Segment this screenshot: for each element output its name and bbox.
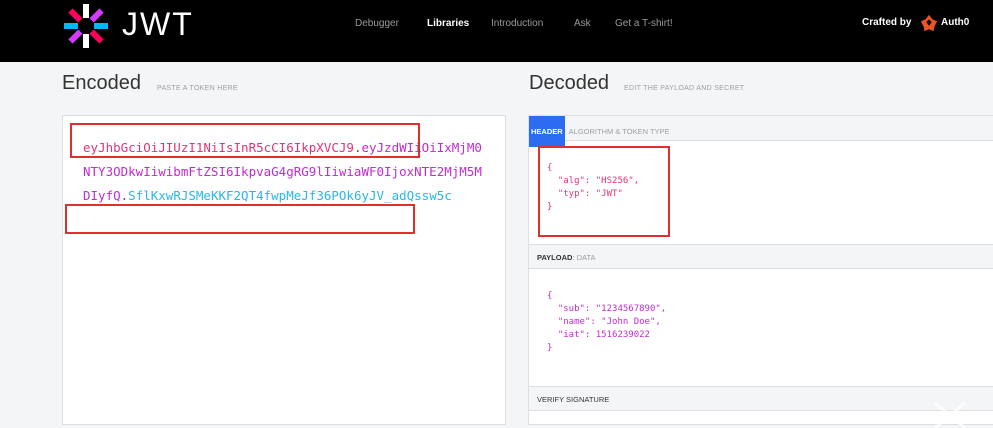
highlight-token-signature [65,204,415,234]
nav-get-tshirt[interactable]: Get a T-shirt! [615,18,673,29]
close-icon [934,401,966,428]
encoded-title: Encoded [62,72,141,94]
highlight-header-json [538,146,670,237]
verify-signature-bar[interactable]: VERIFY SIGNATURE [529,386,993,411]
payload-section-bar[interactable]: PAYLOAD: DATA [529,244,993,269]
logo-wordmark[interactable]: JWT [122,6,194,43]
auth0-brand[interactable]: Auth0 [941,17,969,28]
highlight-token-header [70,123,420,158]
auth0-logo-icon[interactable] [920,14,938,32]
verify-signature-label: VERIFY SIGNATURE [537,395,610,404]
decoded-subtitle: EDIT THE PAYLOAD AND SECRET [624,85,745,92]
nav-ask[interactable]: Ask [574,18,591,29]
token-signature-part: SflKxwRJSMeKKF2QT4fwpMeJf36POk6yJV_adQss… [128,188,452,203]
payload-json[interactable]: { "sub": "1234567890", "name": "John Doe… [547,290,666,355]
nav-libraries[interactable]: Libraries [427,18,469,29]
nav-debugger[interactable]: Debugger [355,18,399,29]
header-tag: HEADER [529,116,565,147]
encoded-token-editor[interactable]: eyJhbGciOiJIUzI1NiIsInR5cCI6IkpXVCJ9.eyJ… [62,115,506,425]
nav-introduction[interactable]: Introduction [491,18,543,29]
payload-tag: PAYLOAD [537,253,573,262]
payload-section-desc: DATA [576,253,596,262]
crafted-by-label: Crafted by [862,17,912,28]
header-section-bar[interactable]: HEADER ALGORITHM & TOKEN TYPE [529,116,993,147]
top-navbar: JWT Debugger Libraries Introduction Ask … [0,0,993,62]
jwt-logo-icon[interactable] [62,2,110,50]
encoded-subtitle: PASTE A TOKEN HERE [157,85,238,92]
decoded-title: Decoded [529,72,610,94]
header-section-desc: ALGORITHM & TOKEN TYPE [568,127,670,136]
